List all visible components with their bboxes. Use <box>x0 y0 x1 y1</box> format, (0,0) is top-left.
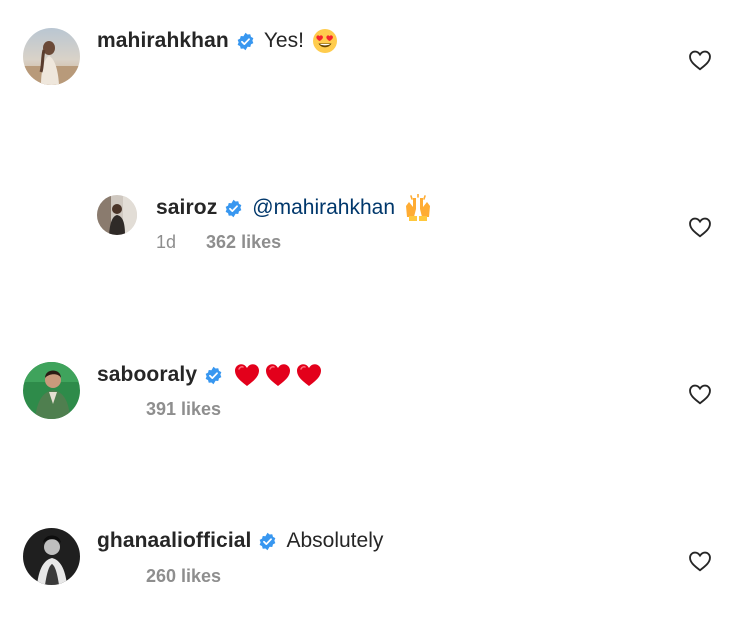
like-heart-icon[interactable] <box>687 214 713 240</box>
comment-text: Yes! <box>263 29 304 52</box>
heart-eyes-emoji-icon <box>312 28 338 54</box>
like-heart-icon[interactable] <box>687 548 713 574</box>
avatar[interactable] <box>23 362 80 419</box>
verified-badge-icon <box>224 199 243 218</box>
comment-username[interactable]: sabooraly <box>97 363 197 387</box>
red-heart-emoji-icon <box>265 363 291 387</box>
like-heart-icon[interactable] <box>687 47 713 73</box>
verified-badge-icon <box>204 366 223 385</box>
likes-count[interactable]: 362 likes <box>206 232 281 253</box>
raising-hands-emoji-icon <box>403 194 433 222</box>
comment-timestamp: 1d <box>156 232 177 252</box>
comment-username[interactable]: sairoz <box>156 196 217 220</box>
red-heart-emoji-icon <box>296 363 322 387</box>
comment-username[interactable]: ghanaaliofficial <box>97 529 251 553</box>
mention-link[interactable]: @mahirahkhan <box>252 196 395 220</box>
red-heart-emoji-icon <box>234 363 260 387</box>
avatar[interactable] <box>97 195 137 235</box>
avatar[interactable] <box>23 528 80 585</box>
comment-text: Absolutely <box>286 529 384 552</box>
verified-badge-icon <box>258 532 277 551</box>
avatar[interactable] <box>23 28 80 85</box>
likes-count[interactable]: 391 likes <box>146 399 221 420</box>
comment-username[interactable]: mahirahkhan <box>97 29 229 53</box>
likes-count[interactable]: 260 likes <box>146 566 221 587</box>
like-heart-icon[interactable] <box>687 381 713 407</box>
verified-badge-icon <box>236 32 255 51</box>
